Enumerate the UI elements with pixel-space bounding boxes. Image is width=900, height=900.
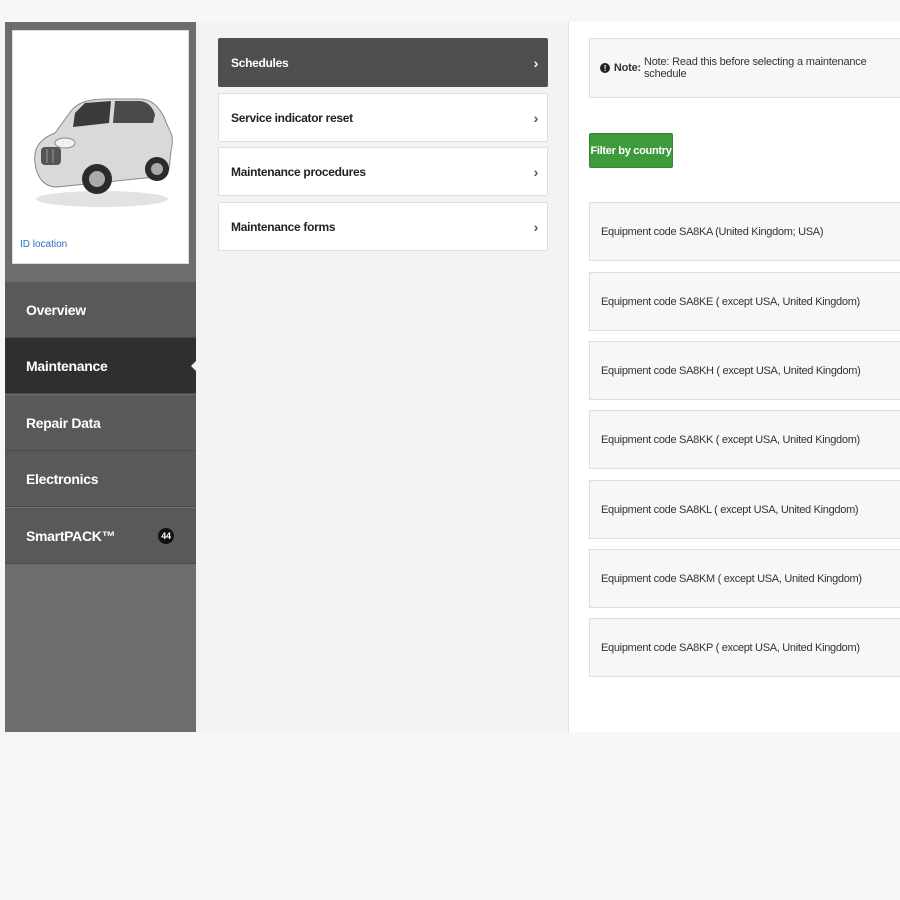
info-icon: ! (600, 63, 610, 73)
equipment-code-item[interactable]: Equipment code SA8KP ( except USA, Unite… (589, 618, 900, 677)
equipment-code-item[interactable]: Equipment code SA8KK ( except USA, Unite… (589, 410, 900, 469)
maintenance-menu: Schedules › Service indicator reset › Ma… (196, 22, 569, 732)
nav-item-smartpack[interactable]: SmartPACK™ 44 (5, 508, 196, 564)
menu-item-label: Service indicator reset (231, 110, 353, 125)
vehicle-image (34, 98, 173, 207)
app-window: ID location Overview Maintenance Repair … (5, 22, 900, 732)
schedule-panel: ! Note: Note: Read this before selecting… (569, 22, 900, 732)
menu-item-maintenance-procedures[interactable]: Maintenance procedures › (218, 147, 548, 196)
menu-item-service-indicator-reset[interactable]: Service indicator reset › (218, 93, 548, 142)
note-text: Note: Read this before selecting a maint… (643, 56, 867, 80)
note-label: Note: (613, 62, 641, 74)
notification-badge: 44 (158, 528, 174, 544)
menu-item-label: Maintenance forms (231, 219, 336, 234)
nav-item-repair-data[interactable]: Repair Data (5, 395, 196, 451)
nav-item-electronics[interactable]: Electronics (5, 451, 196, 507)
nav-item-maintenance[interactable]: Maintenance (5, 338, 197, 394)
menu-item-schedules[interactable]: Schedules › (218, 38, 548, 87)
sidebar: ID location Overview Maintenance Repair … (5, 22, 197, 732)
nav-item-overview[interactable]: Overview (5, 282, 196, 338)
chevron-right-icon: › (533, 109, 539, 126)
filter-by-country-button[interactable]: Filter by country (589, 133, 673, 168)
equipment-code-item[interactable]: Equipment code SA8KM ( except USA, Unite… (589, 549, 900, 608)
menu-item-maintenance-forms[interactable]: Maintenance forms › (218, 202, 548, 251)
equipment-code-item[interactable]: Equipment code SA8KA (United Kingdom; US… (589, 202, 900, 261)
equipment-code-item[interactable]: Equipment code SA8KL ( except USA, Unite… (589, 480, 900, 539)
nav-item-label: SmartPACK™ (26, 527, 116, 544)
chevron-right-icon: › (533, 218, 539, 235)
chevron-right-icon: › (533, 54, 539, 71)
menu-item-label: Maintenance procedures (231, 164, 366, 179)
equipment-code-item[interactable]: Equipment code SA8KE ( except USA, Unite… (589, 272, 900, 331)
chevron-right-icon: › (533, 163, 539, 180)
equipment-code-item[interactable]: Equipment code SA8KH ( except USA, Unite… (589, 341, 900, 400)
vehicle-card: ID location (12, 30, 189, 264)
id-location-link[interactable]: ID location (20, 239, 67, 250)
note-box[interactable]: ! Note: Note: Read this before selecting… (589, 38, 900, 98)
menu-item-label: Schedules (231, 55, 289, 70)
